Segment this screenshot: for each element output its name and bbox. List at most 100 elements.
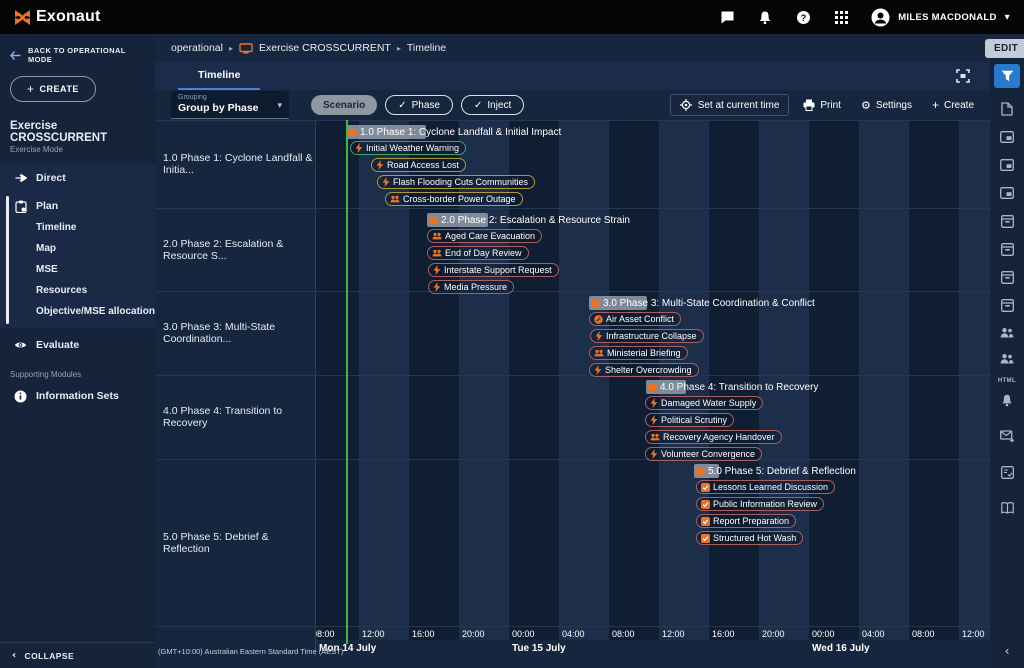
grid-band — [559, 120, 609, 640]
inject-pill[interactable]: Political Scrutiny — [645, 413, 734, 427]
apps-grid-icon[interactable] — [833, 9, 849, 25]
inject-label: Damaged Water Supply — [661, 398, 756, 408]
inject-label: Recovery Agency Handover — [663, 432, 775, 442]
tab-timeline[interactable]: Timeline — [178, 63, 260, 89]
mail-forward-icon[interactable] — [994, 424, 1020, 448]
inject-label: Political Scrutiny — [661, 415, 727, 425]
settings-button[interactable]: ⚙ Settings — [855, 99, 918, 112]
inject-pill[interactable]: Volunteer Convergence — [645, 447, 762, 461]
filter-icon[interactable] — [994, 64, 1020, 88]
create-button[interactable]: + CREATE — [10, 76, 96, 102]
notifications-bell-icon[interactable] — [757, 9, 773, 25]
app-window: Exonaut ? MILES MACDONALD ▾ — [0, 0, 1024, 668]
bolt-icon — [650, 449, 658, 459]
row-separator — [155, 375, 990, 376]
exercise-title: Exercise CROSSCURRENT — [0, 112, 155, 145]
people-icon — [432, 232, 442, 240]
sidebar-item-direct[interactable]: Direct — [0, 167, 155, 189]
inject-pill[interactable]: Ministerial Briefing — [589, 346, 688, 360]
phase-milestone-icon — [591, 299, 600, 308]
inject-pill[interactable]: Road Access Lost — [371, 158, 466, 172]
plan-children: TimelineMapMSEResourcesObjective/MSE all… — [0, 217, 155, 322]
inject-pill[interactable]: Flash Flooding Cuts Communities — [377, 175, 535, 189]
help-icon[interactable]: ? — [795, 9, 811, 25]
task-icon — [701, 534, 710, 543]
people-duo-icon[interactable] — [994, 346, 1020, 370]
pip-icon[interactable] — [994, 125, 1020, 149]
axis-day-label: Wed 16 July — [812, 643, 870, 654]
inject-pill[interactable]: Media Pressure — [428, 280, 514, 294]
inject-pill[interactable]: Structured Hot Wash — [696, 531, 803, 545]
inject-pill[interactable]: Aged Care Evacuation — [427, 229, 542, 243]
chip-phase[interactable]: ✓ Phase — [385, 95, 453, 115]
inject-pill[interactable]: Shelter Overcrowding — [589, 363, 699, 377]
axis-tick-label: 20:00 — [462, 629, 485, 639]
bell-icon[interactable] — [994, 388, 1020, 412]
sidebar-item-objective-mse-allocation[interactable]: Objective/MSE allocation — [0, 301, 155, 322]
sidebar-item-information-sets[interactable]: Information Sets — [0, 385, 155, 407]
inject-label: Structured Hot Wash — [713, 533, 796, 543]
exonaut-logo-icon — [14, 9, 31, 26]
phase-bar[interactable]: 1.0 Phase 1: Cyclone Landfall & Initial … — [346, 125, 561, 139]
plus-icon: + — [932, 98, 939, 112]
current-time-line — [346, 120, 348, 644]
create-label: Create — [944, 100, 974, 111]
archive-icon[interactable] — [994, 265, 1020, 289]
user-menu[interactable]: MILES MACDONALD ▾ — [871, 8, 1010, 27]
phase-bar[interactable]: 4.0 Phase 4: Transition to Recovery — [646, 380, 818, 394]
document-icon[interactable] — [994, 97, 1020, 121]
axis-tick-label: 04:00 — [862, 629, 885, 639]
sidebar-item-map[interactable]: Map — [0, 238, 155, 259]
archive-icon[interactable] — [994, 209, 1020, 233]
phase-label: 5.0 Phase 5: Debrief & Reflection — [705, 466, 856, 477]
sidebar-item-evaluate[interactable]: Evaluate — [0, 334, 155, 356]
chip-scenario[interactable]: Scenario — [311, 95, 377, 115]
inject-pill[interactable]: Air Asset Conflict — [589, 312, 681, 326]
inject-pill[interactable]: Cross-border Power Outage — [385, 192, 523, 206]
sidebar-nav: Direct Plan TimelineMapMSEResourcesObjec… — [0, 164, 155, 407]
inject-pill[interactable]: Damaged Water Supply — [645, 396, 763, 410]
sidebar-item-mse[interactable]: MSE — [0, 259, 155, 280]
pip-icon[interactable] — [994, 181, 1020, 205]
sidebar-collapse-button[interactable]: ‹ COLLAPSE — [0, 642, 155, 668]
back-to-operational-mode-button[interactable]: BACK TO OPERATIONAL MODE — [0, 34, 155, 68]
create-inject-button[interactable]: + Create — [926, 98, 980, 112]
inject-pill[interactable]: Initial Weather Warning — [350, 141, 466, 155]
grid-band — [959, 120, 990, 640]
inject-pill[interactable]: Lessons Learned Discussion — [696, 480, 835, 494]
phase-bar[interactable]: 2.0 Phase 2: Escalation & Resource Strai… — [427, 213, 630, 227]
tab-bar: Timeline — [155, 62, 990, 90]
inject-pill[interactable]: Infrastructure Collapse — [590, 329, 704, 343]
bolt-icon — [433, 265, 441, 275]
pip-icon[interactable] — [994, 153, 1020, 177]
chip-inject[interactable]: ✓ Inject — [461, 95, 524, 115]
inject-pill[interactable]: Report Preparation — [696, 514, 796, 528]
inject-pill[interactable]: Interstate Support Request — [428, 263, 559, 277]
print-button[interactable]: Print — [797, 99, 847, 111]
breadcrumb-exercise[interactable]: Exercise CROSSCURRENT — [259, 42, 391, 54]
phase-bar[interactable]: 5.0 Phase 5: Debrief & Reflection — [694, 464, 856, 478]
sidebar-item-resources[interactable]: Resources — [0, 280, 155, 301]
clipboard-icon — [14, 200, 27, 213]
sidebar-item-timeline[interactable]: Timeline — [0, 217, 155, 238]
archive-icon[interactable] — [994, 293, 1020, 317]
fullscreen-icon[interactable] — [956, 69, 970, 88]
book-icon[interactable] — [994, 496, 1020, 520]
edit-button[interactable]: EDIT — [985, 39, 1024, 58]
phase-row-label: 2.0 Phase 2: Escalation & Resource S... — [155, 208, 313, 291]
phase-bar[interactable]: 3.0 Phase 3: Multi-State Coordination & … — [589, 296, 815, 310]
rail-collapse-icon[interactable]: ‹ — [990, 644, 1024, 658]
sidebar-item-plan[interactable]: Plan — [0, 195, 155, 217]
chat-icon[interactable] — [719, 9, 735, 25]
set-at-current-time-button[interactable]: Set at current time — [670, 94, 790, 116]
inject-pill[interactable]: Public Information Review — [696, 497, 824, 511]
breadcrumb-root[interactable]: operational — [171, 42, 223, 54]
people-duo-icon[interactable] — [994, 320, 1020, 344]
inject-label: Aged Care Evacuation — [445, 231, 535, 241]
inject-pill[interactable]: End of Day Review — [427, 246, 529, 260]
form-check-icon[interactable] — [994, 460, 1020, 484]
inject-pill[interactable]: Recovery Agency Handover — [645, 430, 782, 444]
archive-icon[interactable] — [994, 237, 1020, 261]
grouping-select[interactable]: Grouping Group by Phase ▾ — [171, 91, 289, 119]
row-separator — [155, 459, 990, 460]
